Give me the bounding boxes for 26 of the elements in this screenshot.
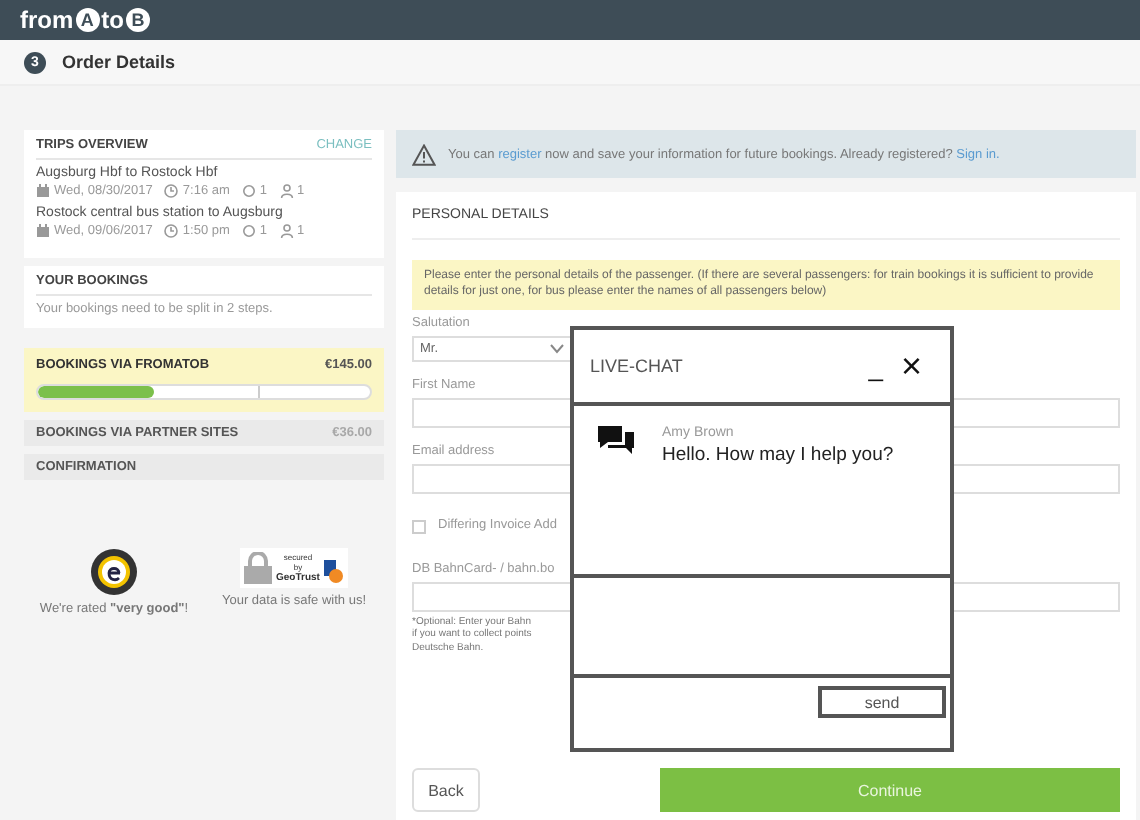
person-icon bbox=[279, 224, 294, 238]
send-button[interactable]: send bbox=[818, 686, 946, 718]
transfer-icon bbox=[241, 184, 256, 198]
logo-text: to bbox=[101, 6, 124, 34]
chat-message: Hello. How may I help you? bbox=[662, 444, 894, 466]
back-button[interactable]: Back bbox=[412, 768, 480, 813]
chat-bubbles-icon bbox=[598, 426, 634, 458]
logo-text: from bbox=[20, 6, 74, 34]
close-button[interactable]: × bbox=[900, 348, 922, 384]
calendar-icon bbox=[36, 184, 50, 198]
clock-icon bbox=[164, 224, 179, 238]
calendar-icon bbox=[36, 224, 50, 238]
logo-pin: B bbox=[126, 8, 150, 32]
person-icon bbox=[279, 184, 294, 198]
rating-seal-icon bbox=[90, 548, 138, 596]
geotrust-mark-icon bbox=[323, 560, 344, 584]
checkbox[interactable] bbox=[412, 520, 426, 535]
clock-icon bbox=[164, 184, 179, 198]
minimize-button[interactable]: _ bbox=[868, 353, 883, 379]
page-title: Order Details bbox=[62, 52, 176, 72]
padlock-icon bbox=[244, 552, 273, 584]
logo-pin: A bbox=[75, 8, 100, 32]
transfer-icon bbox=[241, 224, 256, 238]
chat-title: LIVE-CHAT bbox=[590, 356, 685, 376]
warning-icon bbox=[412, 143, 436, 165]
chevron-icon bbox=[550, 343, 564, 354]
